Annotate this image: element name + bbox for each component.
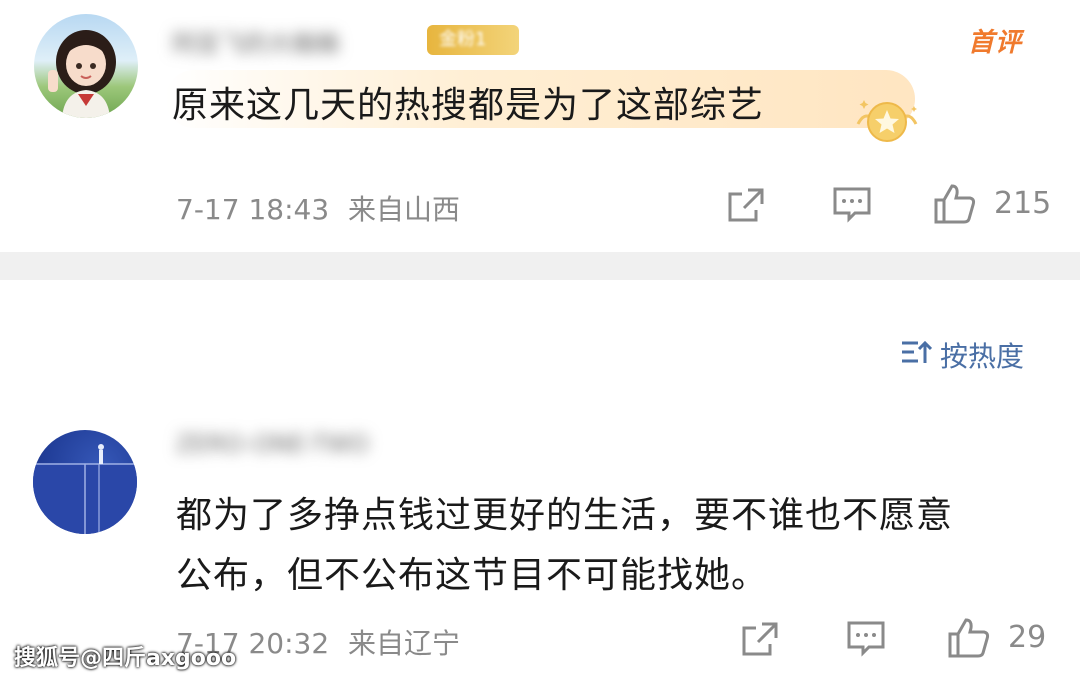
comment-meta: 7-17 18:43 来自山西 — [176, 188, 460, 228]
avatar-illustration — [48, 30, 116, 118]
comment-location: 来自山西 — [348, 193, 461, 226]
comment-text: 原来这几天的热搜都是为了这部综艺 — [172, 85, 765, 126]
username[interactable]: ZERO-ONE-TWO — [176, 430, 369, 458]
like-count: 29 — [1008, 620, 1047, 655]
comment-location: 来自辽宁 — [348, 627, 461, 660]
watermark: 搜狐号@四斤axgooo — [14, 646, 237, 671]
share-icon[interactable] — [726, 186, 766, 228]
fan-badge[interactable]: 金粉1 — [427, 25, 519, 55]
like-count: 215 — [994, 186, 1052, 221]
sort-icon — [900, 339, 933, 372]
comment-text-line-1: 都为了多挣点钱过更好的生活，要不谁也不愿意 — [176, 495, 954, 536]
thumbs-up-icon[interactable] — [946, 616, 992, 664]
first-review-tag: 首评 — [968, 28, 1023, 58]
section-divider — [0, 252, 1080, 280]
share-icon[interactable] — [740, 620, 780, 662]
comment-text-line-2: 公布，但不公布这节目不可能找她。 — [176, 555, 769, 596]
avatar-illustration — [33, 444, 137, 534]
username[interactable]: 阿亚飞的大蜘蛛 — [172, 24, 340, 59]
star-medal-icon — [852, 94, 922, 154]
comment-icon[interactable] — [846, 620, 886, 662]
user-avatar[interactable] — [33, 430, 137, 534]
fan-badge-label: 金粉1 — [439, 29, 487, 50]
comment-time: 7-17 18:43 — [176, 193, 330, 226]
thumbs-up-icon[interactable] — [932, 182, 978, 230]
sort-label: 按热度 — [940, 340, 1025, 373]
comment-icon[interactable] — [832, 186, 872, 228]
sort-button[interactable]: 按热度 — [900, 335, 1024, 375]
user-avatar[interactable] — [34, 14, 138, 118]
